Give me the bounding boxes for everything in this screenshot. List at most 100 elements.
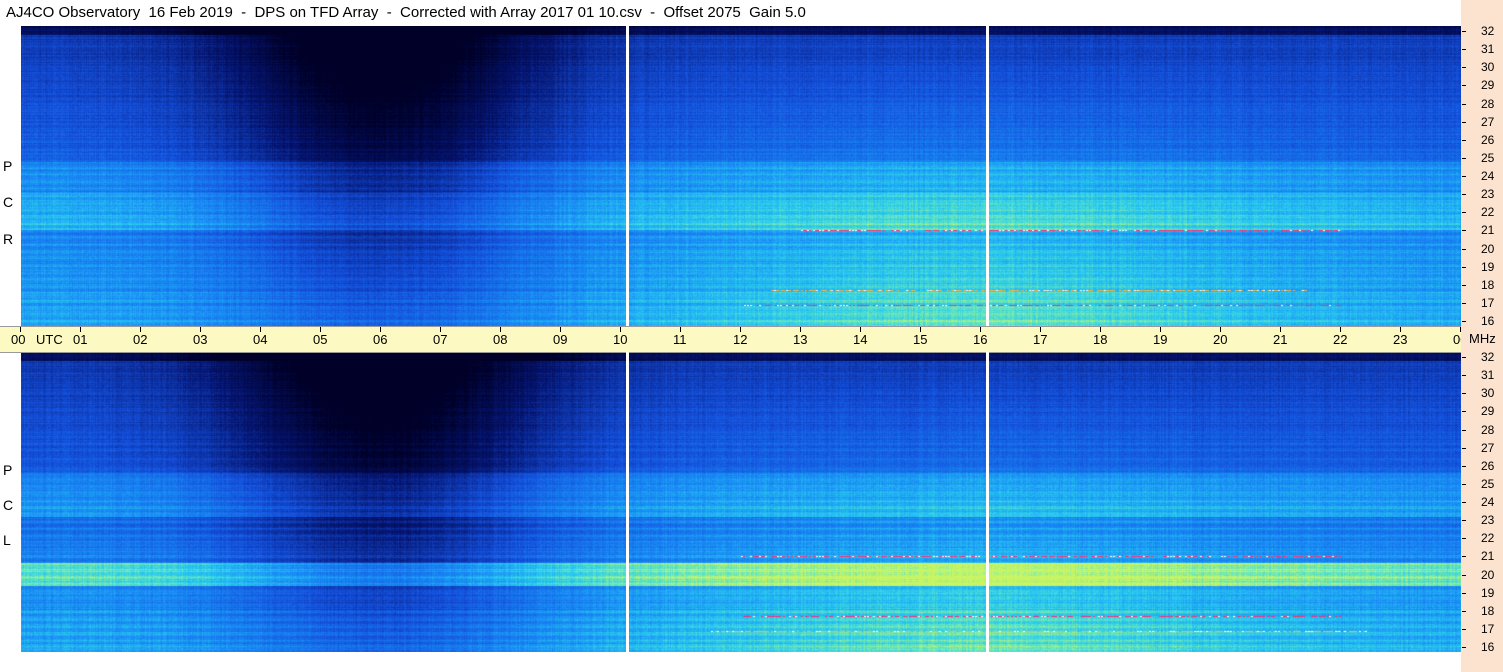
lcp-freq-tick [1462,628,1466,630]
lcp-freq-label: 22 [1481,531,1495,546]
rcp-freq-tick [1462,176,1466,177]
lcp-freq-tick [1462,375,1466,377]
lcp-freq-label: 28 [1481,422,1495,437]
utc-tick-label: 20 [1213,332,1228,347]
lcp-label-strip: L C P [0,352,21,652]
rcp-heatmap [21,26,1461,326]
lcp-freq-label: 19 [1481,585,1495,600]
utc-tick-label: 11 [673,332,687,347]
lcp-freq-tick [1462,393,1466,395]
rcp-freq-tick [1462,139,1466,141]
utc-tick-label: 07 [433,332,448,347]
lcp-freq-label: 24 [1481,495,1495,509]
rcp-freq-label: 22 [1481,205,1495,220]
utc-tick-label: 14 [853,332,868,347]
rcp-freq-label: 18 [1481,277,1495,292]
utc-tick-label: 00 [11,332,26,347]
mhz-axis-label: MHz [1469,331,1496,346]
utc-tick-label: 21 [1273,332,1288,347]
rcp-freq-label: 27 [1481,114,1495,129]
time-marker-line [626,352,629,652]
rcp-freq-label: 28 [1481,96,1495,111]
utc-tick-label: 18 [1093,332,1108,347]
rcp-freq-label: 29 [1481,78,1495,93]
rcp-freq-label: 26 [1481,132,1495,147]
lcp-freq-label: 18 [1481,603,1495,618]
rcp-freq-tick [1462,212,1466,214]
lcp-freq-tick [1462,483,1466,485]
utc-tick-label: 05 [313,332,328,347]
lcp-freq-tick [1462,357,1466,358]
rcp-freq-label: 21 [1481,223,1495,238]
lcp-freq-label: 31 [1481,368,1495,383]
rcp-freq-tick [1462,31,1466,32]
utc-tick-label: 16 [973,332,988,347]
lcp-freq-label: 25 [1481,476,1495,491]
rcp-freq-label: 25 [1481,150,1495,165]
utc-tick-label: 02 [133,332,148,347]
utc-tick-label: 04 [253,332,268,347]
lcp-spectrogram [21,352,1461,652]
utc-tick-label: 01 [73,332,88,347]
rcp-freq-label: 23 [1481,187,1495,202]
rcp-freq-tick [1462,230,1466,232]
rcp-freq-tick [1462,49,1466,51]
utc-tick-label: 19 [1153,332,1168,347]
lcp-freq-tick [1462,647,1466,648]
utc-tick-label: 10 [613,332,628,347]
lcp-freq-label: 23 [1481,513,1495,528]
lcp-freq-tick [1462,592,1466,594]
lcp-letter-c: C [3,497,14,513]
rcp-spectrogram [21,26,1461,326]
rcp-freq-tick [1462,194,1466,196]
lcp-freq-tick [1462,411,1466,413]
rcp-freq-tick [1462,266,1466,268]
rcp-freq-tick [1462,321,1466,322]
rcp-freq-tick [1462,157,1466,159]
rcp-freq-label: 20 [1481,241,1495,256]
utc-tick-label: 03 [193,332,208,347]
rcp-freq-tick [1462,248,1466,250]
lcp-freq-tick [1462,429,1466,431]
lcp-freq-label: 17 [1481,621,1495,636]
rcp-letter-p: P [3,158,13,174]
rcp-freq-label: 17 [1481,295,1495,310]
rcp-freq-label: 32 [1481,24,1495,38]
lcp-freq-tick [1462,447,1466,449]
lcp-heatmap [21,352,1461,652]
rcp-freq-tick [1462,284,1466,286]
rcp-freq-label: 31 [1481,42,1495,57]
utc-time-axis: 00 01 02 03 04 05 06 07 08 09 10 11 12 13 14 15 16 17 18 19… [0,326,1467,353]
utc-tick-label: 17 [1033,332,1048,347]
time-marker-line [986,26,989,326]
utc-tick-label: 13 [793,332,808,347]
lcp-freq-tick [1462,574,1466,576]
lcp-freq-label: 16 [1481,640,1495,654]
utc-tick-label: 09 [553,332,568,347]
rcp-letter-c: C [3,194,14,210]
lcp-letter-l: L [3,532,11,548]
utc-tick-label: 08 [493,332,508,347]
rcp-freq-tick [1462,85,1466,87]
lcp-freq-label: 27 [1481,440,1495,455]
lcp-freq-tick [1462,465,1466,467]
lcp-freq-tick [1462,520,1466,522]
rcp-freq-label: 24 [1481,169,1495,183]
time-marker-line [626,26,629,326]
lcp-freq-tick [1462,502,1466,503]
utc-axis-label: UTC [36,332,63,347]
rcp-freq-tick [1462,121,1466,123]
lcp-freq-label: 32 [1481,350,1495,364]
chart-title: AJ4CO Observatory 16 Feb 2019 - DPS on T… [6,4,806,21]
utc-tick-label: 06 [373,332,388,347]
time-marker-line [986,352,989,652]
rcp-freq-tick [1462,302,1466,304]
rcp-freq-label: 16 [1481,314,1495,328]
utc-tick-label: 22 [1333,332,1348,347]
utc-tick-label: 15 [913,332,928,347]
lcp-letter-p: P [3,462,13,478]
lcp-freq-label: 21 [1481,549,1495,564]
lcp-freq-label: 30 [1481,386,1495,401]
rcp-freq-tick [1462,67,1466,69]
lcp-freq-label: 20 [1481,567,1495,582]
